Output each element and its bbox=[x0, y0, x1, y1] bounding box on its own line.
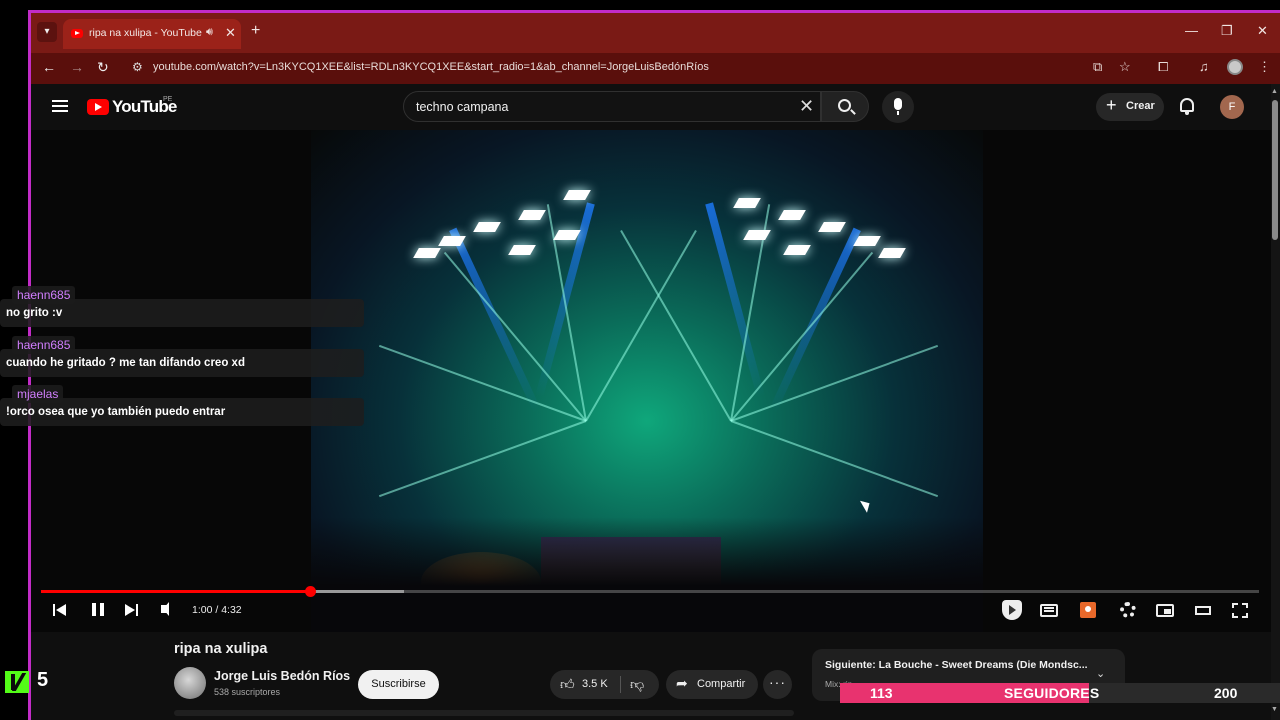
profile-icon[interactable] bbox=[1227, 59, 1243, 75]
share-icon: ➦ bbox=[676, 675, 688, 691]
stream-chat-overlay: no grito :v haenn685 cuando he gritado ?… bbox=[0, 0, 380, 720]
theater-mode-icon[interactable] bbox=[1195, 606, 1211, 615]
share-button[interactable]: ➦ Compartir bbox=[666, 670, 758, 699]
stage-light bbox=[818, 222, 846, 232]
laser-beam bbox=[585, 229, 697, 422]
subtitles-icon[interactable] bbox=[1040, 604, 1058, 617]
stage-light bbox=[508, 245, 536, 255]
restore-icon[interactable]: ❐ bbox=[1221, 23, 1233, 39]
minimize-icon[interactable]: — bbox=[1185, 23, 1198, 38]
video-frame[interactable] bbox=[311, 130, 983, 632]
microphone-icon bbox=[894, 98, 902, 115]
kick-logo-icon bbox=[5, 671, 29, 693]
create-label: Crear bbox=[1126, 100, 1155, 112]
stage-light bbox=[778, 210, 806, 220]
install-icon[interactable]: ⧉ bbox=[1093, 59, 1102, 75]
search-value: techno campana bbox=[416, 100, 509, 114]
like-count[interactable]: 3.5 K bbox=[582, 678, 608, 690]
followers-target: 200 bbox=[1214, 685, 1238, 701]
close-window-icon[interactable]: ✕ bbox=[1257, 23, 1268, 39]
light-beam bbox=[449, 227, 541, 413]
share-label: Compartir bbox=[697, 678, 746, 690]
chat-username: haenn685 bbox=[12, 286, 76, 304]
settings-gear-icon[interactable] bbox=[1120, 602, 1136, 618]
voice-search-button[interactable] bbox=[882, 91, 914, 123]
search-button[interactable] bbox=[821, 91, 869, 122]
search-input[interactable]: techno campana ✕ bbox=[403, 91, 821, 122]
chat-message-text: cuando he gritado ? me tan difando creo … bbox=[6, 357, 245, 369]
stage-light bbox=[878, 248, 906, 258]
chevron-down-icon[interactable]: ⌄ bbox=[1096, 667, 1105, 680]
stage-light bbox=[733, 198, 761, 208]
search-icon bbox=[838, 99, 851, 112]
laser-beam bbox=[378, 420, 587, 498]
stage-light bbox=[563, 190, 591, 200]
stage-light bbox=[518, 210, 546, 220]
fullscreen-icon[interactable] bbox=[1232, 603, 1248, 618]
crowd-silhouette bbox=[311, 517, 983, 632]
notifications-bell-icon[interactable] bbox=[1180, 98, 1194, 115]
stage-light bbox=[413, 248, 441, 258]
scrollbar-thumb[interactable] bbox=[1272, 100, 1278, 240]
followers-label: SEGUIDORES bbox=[1004, 685, 1100, 701]
chat-message-text: !orco osea que yo también puedo entrar bbox=[6, 406, 226, 418]
scroll-up-icon[interactable]: ▲ bbox=[1271, 88, 1278, 95]
kebab-icon[interactable]: ⋮ bbox=[1258, 59, 1271, 75]
extension-icon[interactable] bbox=[1080, 602, 1096, 618]
thumbs-down-icon[interactable]: 👎︎ bbox=[630, 676, 644, 693]
plus-icon: + bbox=[1106, 95, 1117, 115]
divider bbox=[620, 676, 621, 693]
laser-beam bbox=[620, 229, 732, 422]
more-actions-button[interactable]: ··· bbox=[763, 670, 792, 699]
user-avatar[interactable]: F bbox=[1220, 95, 1244, 119]
followers-goal-bar: 113 SEGUIDORES 200 bbox=[840, 683, 1280, 703]
viewer-count: 5 bbox=[37, 669, 49, 691]
chat-username: mjaelas bbox=[12, 385, 64, 403]
stage-light bbox=[743, 230, 771, 240]
mouse-cursor-icon bbox=[859, 497, 874, 513]
laser-beam bbox=[730, 420, 939, 498]
stage-light bbox=[783, 245, 811, 255]
extensions-icon[interactable]: ⧠ bbox=[1158, 59, 1168, 75]
media-icon[interactable]: ♫ bbox=[1199, 59, 1209, 74]
screen: ▾ ripa na xulipa - YouTube 🔊︎ ✕ + — ❐ ✕ … bbox=[0, 0, 1280, 720]
like-dislike-group: 👍︎ 3.5 K 👎︎ bbox=[550, 670, 659, 699]
up-next-title: Siguiente: La Bouche - Sweet Dreams (Die… bbox=[825, 659, 1088, 671]
chat-message-text: no grito :v bbox=[6, 307, 63, 319]
miniplayer-icon[interactable] bbox=[1156, 604, 1174, 617]
chat-username: haenn685 bbox=[12, 336, 76, 354]
create-button[interactable]: + Crear bbox=[1096, 93, 1164, 121]
adblock-shield-icon[interactable] bbox=[1002, 600, 1022, 620]
clear-icon[interactable]: ✕ bbox=[799, 96, 814, 117]
thumbs-up-icon[interactable]: 👍︎ bbox=[560, 676, 575, 693]
stage-light bbox=[473, 222, 501, 232]
stage-light bbox=[853, 236, 881, 246]
star-icon[interactable]: ☆ bbox=[1119, 59, 1131, 75]
scroll-down-icon[interactable]: ▼ bbox=[1271, 706, 1278, 713]
followers-current: 113 bbox=[870, 685, 893, 701]
